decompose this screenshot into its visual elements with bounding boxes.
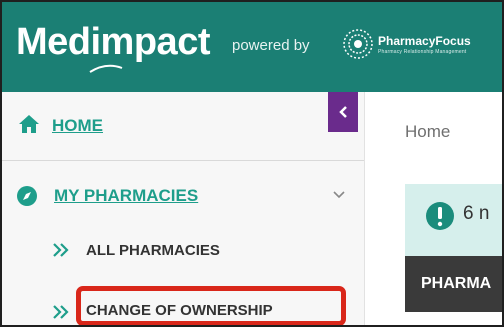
partner-name: PharmacyFocus (378, 34, 471, 48)
table-header-label: PHARMA (421, 275, 492, 292)
chevron-down-icon[interactable] (332, 190, 346, 200)
partner-tagline: Pharmacy Relationship Management (378, 49, 467, 55)
sidebar-item-my-pharmacies-label[interactable]: MY PHARMACIES (54, 186, 198, 206)
alert-text: 6 n (463, 203, 490, 224)
highlight-box (76, 286, 346, 325)
sidebar-item-home-label[interactable]: HOME (52, 116, 103, 136)
home-icon (19, 115, 39, 133)
app-window: Medimpact powered by PharmacyFocus Pharm… (0, 0, 504, 327)
compass-icon (17, 186, 37, 206)
breadcrumb[interactable]: Home (405, 122, 450, 142)
brand-swoosh-icon (89, 64, 123, 73)
alert-banner: 6 n (405, 184, 502, 256)
sidebar-subitem-change-of-ownership[interactable]: CHANGE OF OWNERSHIP (2, 2, 364, 319)
double-chevron-right-icon (53, 243, 69, 257)
table-header: PHARMA (405, 256, 502, 312)
double-chevron-right-icon (53, 305, 69, 319)
sidebar-subitem-all-pharmacies-label[interactable]: ALL PHARMACIES (86, 242, 220, 259)
exclamation-circle-icon (426, 202, 454, 230)
main-content: Home 6 n PHARMA (365, 92, 502, 325)
